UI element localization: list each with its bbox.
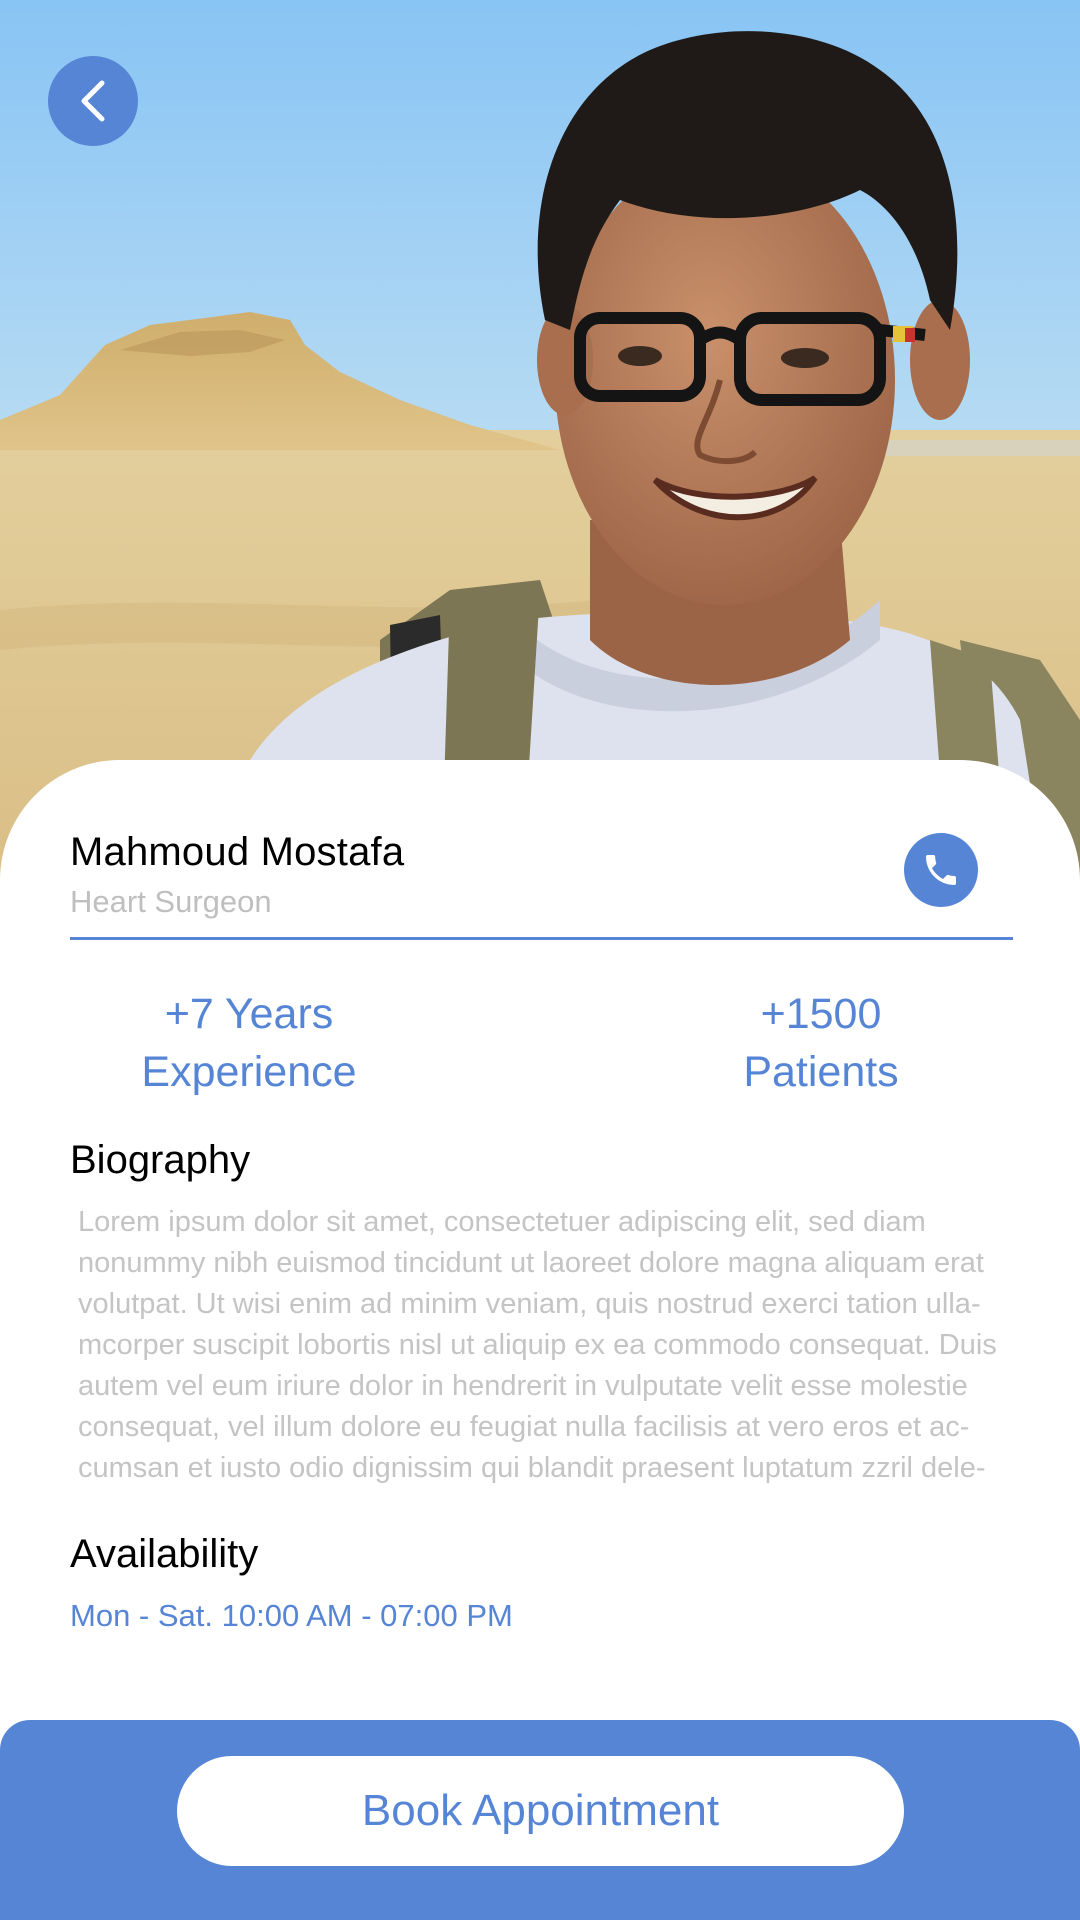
patients-stat: +1500 Patients [651,985,991,1101]
biography-line: consequat, vel illum dolore eu feugiat n… [78,1411,970,1443]
biography-text: Lorem ipsum dolor sit amet, consectetuer… [78,1202,1038,1489]
patients-value: +1500 [760,990,882,1038]
call-button[interactable] [904,833,978,907]
patients-label: Patients [743,1048,899,1096]
doctor-specialty: Heart Surgeon [70,884,272,919]
availability-hours: Mon - Sat. 10:00 AM - 07:00 PM [70,1598,513,1633]
phone-icon [926,855,956,885]
biography-line: nonummy nibh euismod tincidunt ut laoree… [78,1247,984,1279]
header-divider [70,937,1013,940]
biography-line: cumsan et iusto odio dignissim qui bland… [78,1452,986,1484]
experience-value: +7 Years [164,990,334,1038]
back-button[interactable] [48,56,138,146]
biography-line: autem vel eum iriure dolor in hendrerit … [78,1370,968,1402]
biography-line: volutpat. Ut wisi enim ad minim veniam, … [78,1288,981,1320]
biography-line: Lorem ipsum dolor sit amet, consectetuer… [78,1206,926,1238]
book-appointment-button[interactable]: Book Appointment [177,1756,904,1866]
experience-label: Experience [141,1048,357,1096]
biography-title: Biography [70,1138,251,1182]
availability-title: Availability [70,1532,259,1576]
biography-line: mcorper suscipit lobortis nisl ut aliqui… [78,1329,997,1361]
experience-stat: +7 Years Experience [79,985,419,1101]
chevron-left-icon [81,80,105,122]
doctor-name: Mahmoud Mostafa [70,830,405,874]
